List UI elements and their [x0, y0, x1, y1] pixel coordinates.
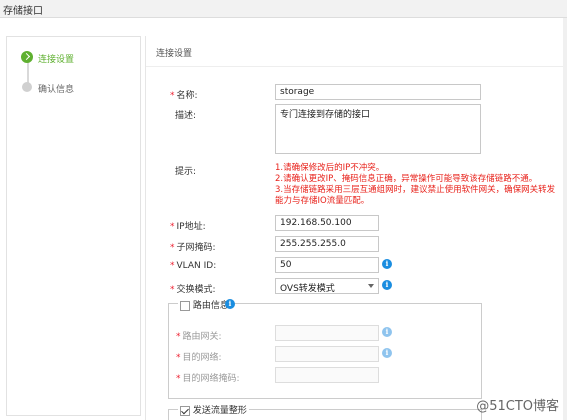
- route-gateway-label: * 路由网关:: [176, 332, 222, 342]
- tips-text: 1.请确保修改后的IP不冲突。 2.请确认更改IP、掩码信息正确，异常操作可能导…: [275, 163, 565, 207]
- ip-label: * IP地址:: [170, 222, 206, 232]
- step-done-icon: [21, 51, 33, 63]
- mode-label: * 交换模式:: [170, 285, 216, 295]
- chevron-down-icon: [368, 284, 374, 288]
- name-input[interactable]: storage: [275, 84, 481, 100]
- mask-label: * 子网掩码:: [170, 243, 216, 253]
- route-destmask-label: * 目的网络掩码:: [176, 374, 240, 384]
- name-label: * 名称:: [170, 91, 198, 101]
- desc-label: 描述:: [175, 111, 197, 121]
- tips-label: 提示:: [175, 167, 197, 177]
- info-circle-icon[interactable]: i: [382, 280, 392, 290]
- mask-input[interactable]: 255.255.255.0: [275, 236, 379, 252]
- window-titlebar: 存储接口: [0, 0, 567, 18]
- section-title: 连接设置: [156, 49, 193, 59]
- info-circle-icon[interactable]: i: [382, 259, 392, 269]
- route-dest-input[interactable]: [275, 346, 379, 362]
- traffic-checkbox[interactable]: [180, 405, 190, 416]
- route-checkbox[interactable]: [180, 300, 190, 311]
- info-circle-icon[interactable]: i: [225, 299, 235, 309]
- scrollbar[interactable]: [563, 18, 567, 420]
- section-divider: [146, 66, 567, 67]
- info-circle-icon[interactable]: i: [382, 327, 392, 337]
- desc-textarea[interactable]: 专门连接到存储的接口: [275, 104, 481, 154]
- ip-input[interactable]: 192.168.50.100: [275, 215, 379, 231]
- route-destmask-input[interactable]: [275, 367, 379, 383]
- tip-line: 能力与存储IO流量匹配。: [275, 196, 370, 206]
- tip-line: 3.当存储链路采用三层互通组网时，建议禁止使用软件网关，确保网关转发: [275, 185, 556, 195]
- step-label: 确认信息: [38, 85, 75, 95]
- route-gateway-input[interactable]: [275, 325, 379, 341]
- info-circle-icon[interactable]: i: [382, 348, 392, 358]
- vlan-label: * VLAN ID:: [170, 261, 217, 271]
- wizard-steps: 连接设置 确认信息: [6, 36, 141, 416]
- tip-line: 2.请确认更改IP、掩码信息正确，异常操作可能导致该存储链路不通。: [275, 174, 538, 184]
- watermark: @51CTO博客: [476, 399, 559, 414]
- vlan-input[interactable]: 50: [275, 257, 379, 273]
- window-title: 存储接口: [3, 6, 43, 17]
- mode-select-value: OVS转发模式: [280, 284, 335, 294]
- step-label: 连接设置: [38, 55, 75, 65]
- route-legend: 路由信息: [178, 298, 231, 311]
- step-pending-icon: [22, 82, 32, 92]
- mode-select[interactable]: OVS转发模式: [275, 278, 379, 294]
- traffic-legend: 发送流量整形: [178, 403, 249, 416]
- tip-line: 1.请确保修改后的IP不冲突。: [275, 163, 385, 173]
- route-dest-label: * 目的网络:: [176, 353, 222, 363]
